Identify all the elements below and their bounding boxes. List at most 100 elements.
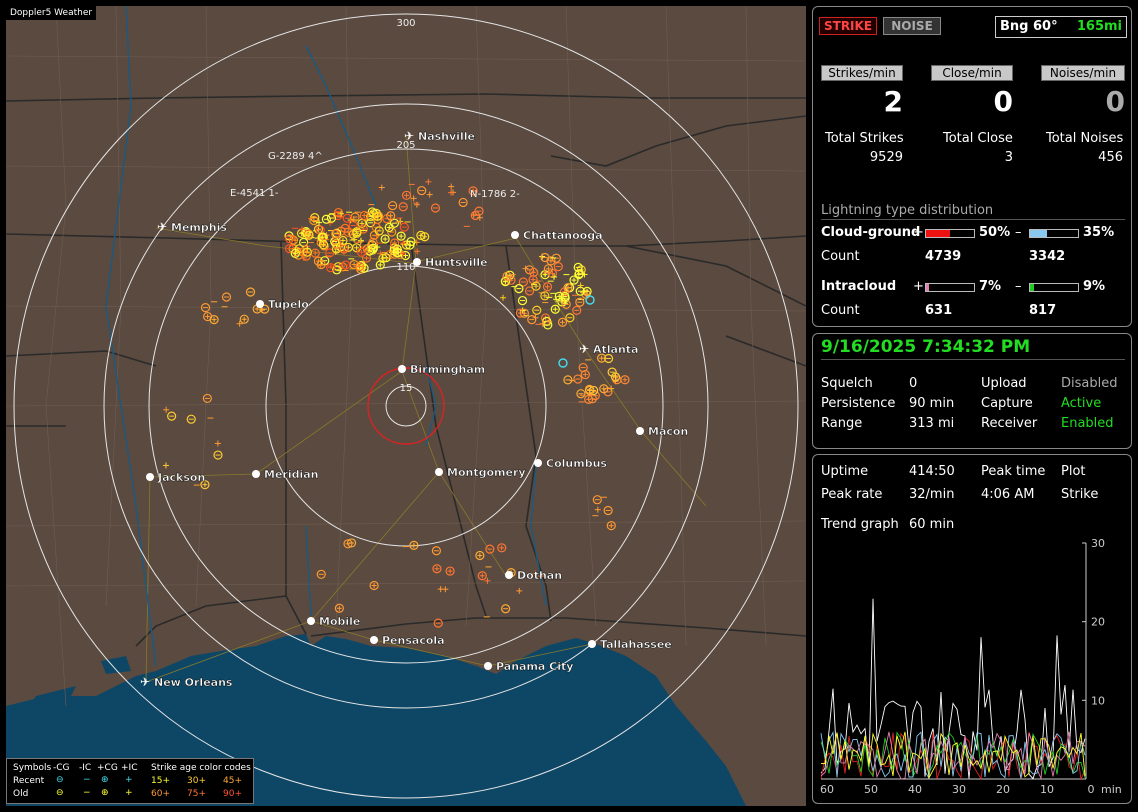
- city-dot: [146, 473, 154, 481]
- noises-per-min-button[interactable]: Noises/min: [1041, 65, 1125, 81]
- total-noises-label: Total Noises: [1046, 131, 1124, 146]
- close-per-min-value: 0: [993, 85, 1013, 118]
- uptime-value: 414:50: [909, 464, 955, 479]
- trend-graph: 30 20 10 60 50 40 30 20 10 0 min: [820, 537, 1122, 796]
- airport-icon: ✈: [157, 220, 167, 234]
- city-dot: [256, 300, 264, 308]
- legend-age-15: 15+: [151, 776, 170, 786]
- ic-positive-count: 631: [925, 303, 953, 318]
- city-dot: [588, 640, 596, 648]
- city-pensacola: Pensacola: [370, 634, 445, 647]
- city-birmingham: Birmingham: [398, 363, 485, 376]
- legend-pos-ic: +IC: [121, 763, 138, 773]
- close-per-min-button[interactable]: Close/min: [931, 65, 1013, 81]
- city-label: New Orleans: [154, 676, 233, 689]
- capture-value: Active: [1061, 396, 1102, 411]
- ic-positive-bar: [925, 283, 975, 292]
- city-label: Chattanooga: [523, 229, 603, 242]
- trend-x-tick: 30: [952, 783, 966, 796]
- cg-negative-pct: 35%: [1083, 225, 1115, 240]
- legend-old-neg-ic-icon: −: [83, 788, 91, 798]
- squelch-value: 0: [909, 376, 918, 391]
- airport-icon: ✈: [579, 342, 589, 356]
- city-dot: [534, 459, 542, 467]
- legend-age-60: 60+: [151, 789, 170, 799]
- strike-stats-panel: STRIKE NOISE Bng 60° 165mi Strikes/min C…: [812, 6, 1132, 327]
- datetime-display: 9/16/2025 7:34:32 PM: [821, 337, 1031, 357]
- noises-per-min-value: 0: [1105, 85, 1125, 118]
- city-dot: [511, 231, 519, 239]
- persistence-value: 90 min: [909, 396, 955, 411]
- total-close-value: 3: [1004, 150, 1013, 165]
- noise-button[interactable]: NOISE: [883, 17, 941, 35]
- city-label: Birmingham: [410, 363, 485, 376]
- intracloud-label: Intracloud: [821, 279, 897, 294]
- legend-old-neg-cg-icon: ⊖: [56, 788, 64, 798]
- legend-neg-cg: -CG: [53, 763, 70, 773]
- symbol-legend: Symbols -CG -IC +CG +IC Strike age color…: [6, 758, 254, 804]
- city-chattanooga: Chattanooga: [511, 229, 603, 242]
- legend-age-75: 75+: [187, 789, 206, 799]
- trend-y-tick: 10: [1091, 694, 1105, 707]
- city-panama-city: Panama City: [484, 660, 574, 673]
- cg-positive-bar: [925, 229, 975, 238]
- city-label: Panama City: [496, 660, 573, 673]
- strike-button[interactable]: STRIKE: [819, 17, 877, 35]
- city-dot: [636, 427, 644, 435]
- legend-recent-neg-ic-icon: −: [83, 775, 91, 785]
- city-label: Tupelo: [268, 298, 309, 311]
- bearing-display: Bng 60° 165mi: [995, 16, 1127, 38]
- city-label: Montgomery: [447, 466, 526, 479]
- city-dot: [398, 365, 406, 373]
- city-label: Dothan: [517, 569, 562, 582]
- ic-negative-count: 817: [1029, 303, 1057, 318]
- legend-age-title: Strike age color codes: [151, 763, 251, 773]
- bearing-value: Bng 60°: [1000, 19, 1058, 34]
- total-close-label: Total Close: [943, 131, 1013, 146]
- city-label: Jackson: [157, 471, 205, 484]
- city-atlanta: ✈ Atlanta: [579, 342, 639, 356]
- trend-y-tick: 30: [1091, 537, 1105, 550]
- trend-x-unit: min: [1101, 783, 1122, 796]
- city-dot: [252, 470, 260, 478]
- legend-neg-ic: -IC: [79, 763, 92, 773]
- receiver-value: Enabled: [1061, 416, 1114, 431]
- city-label: Meridian: [264, 468, 319, 481]
- legend-recent-neg-cg-icon: ⊖: [56, 775, 64, 785]
- status-panel: 9/16/2025 7:34:32 PM Squelch 0 Upload Di…: [812, 333, 1132, 449]
- peak-time-label: Peak time: [981, 464, 1046, 479]
- city-huntsville: Huntsville: [413, 256, 488, 269]
- range-label-15: 15: [400, 383, 413, 394]
- range-label-110: 110: [396, 262, 415, 273]
- peak-time-value: 4:06 AM: [981, 487, 1035, 502]
- legend-age-30: 30+: [187, 776, 206, 786]
- plot-value[interactable]: Strike: [1061, 487, 1098, 502]
- persistence-label: Persistence: [821, 396, 896, 411]
- city-label: Nashville: [418, 130, 475, 143]
- lightning-map[interactable]: 300 205 110 15 ✈ Nashville✈ MemphisChattan…: [6, 6, 806, 806]
- cloud-ground-label: Cloud-ground: [821, 225, 921, 240]
- strikes-per-min-button[interactable]: Strikes/min: [821, 65, 903, 81]
- storm-label: E-4541 1-: [230, 188, 279, 199]
- upload-label: Upload: [981, 376, 1027, 391]
- city-label: Mobile: [319, 615, 360, 628]
- cg-negative-count: 3342: [1029, 249, 1066, 264]
- legend-old-pos-ic-icon: +: [125, 788, 133, 798]
- legend-row-recent: Recent: [13, 776, 45, 786]
- city-dot: [484, 662, 492, 670]
- range-label: Range: [821, 416, 863, 431]
- legend-symbols-title: Symbols: [13, 763, 52, 773]
- peak-rate-value: 32/min: [909, 487, 955, 502]
- city-label: Huntsville: [425, 256, 488, 269]
- legend-row-old: Old: [13, 789, 29, 799]
- city-dot: [505, 571, 513, 579]
- cg-positive-count: 4739: [925, 249, 962, 264]
- upload-value: Disabled: [1061, 376, 1118, 391]
- plot-label: Plot: [1061, 464, 1086, 479]
- storm-label: G-2289 4^: [268, 151, 323, 162]
- airport-icon: ✈: [404, 129, 414, 143]
- trend-x-tick: 60: [820, 783, 834, 796]
- cg-negative-bar: [1029, 229, 1079, 238]
- city-dot: [370, 636, 378, 644]
- trend-graph-value: 60 min: [909, 517, 955, 532]
